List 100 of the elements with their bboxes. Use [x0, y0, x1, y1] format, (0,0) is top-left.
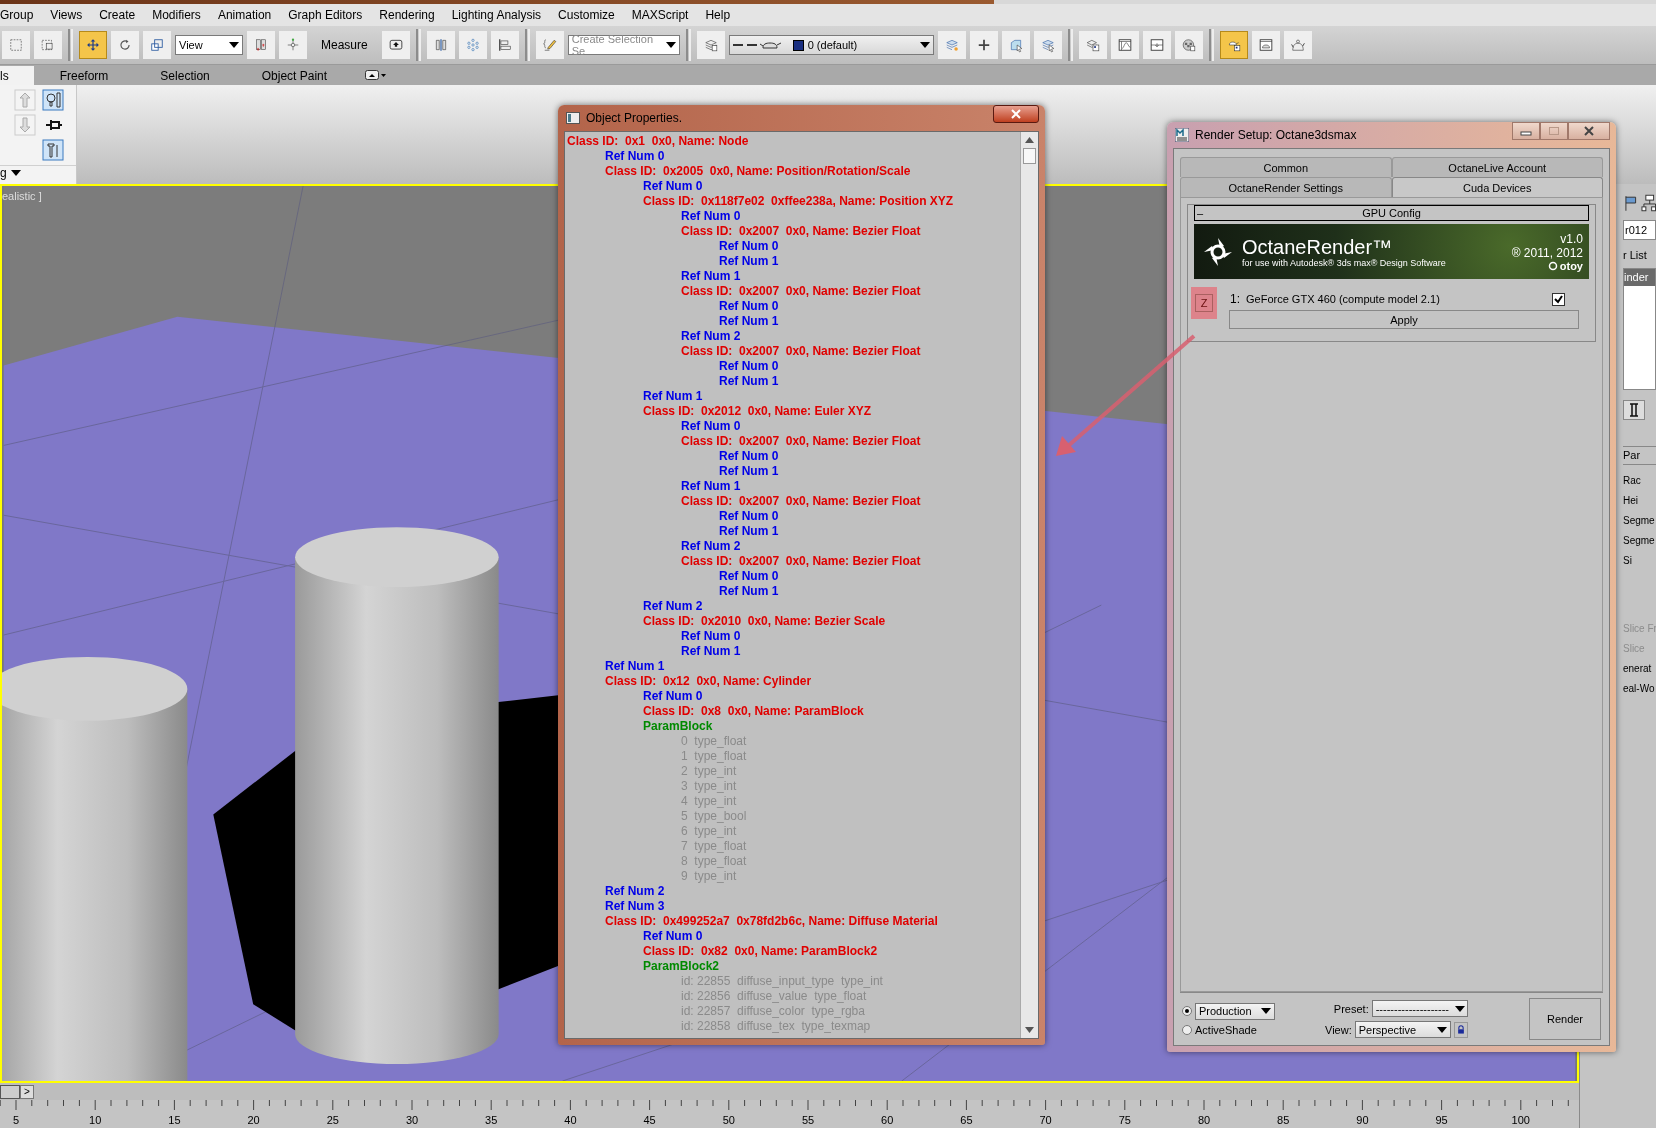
menu-item[interactable]: Create [91, 8, 145, 22]
ribbon-tab[interactable]: ls [0, 66, 34, 85]
ruler-label: 20 [247, 1114, 260, 1126]
toolbar-button[interactable] [696, 31, 725, 59]
toolbar-button[interactable] [1283, 31, 1312, 59]
ribbon-tab[interactable]: Freeform [33, 66, 135, 85]
hierarchy-icon[interactable] [1640, 194, 1656, 212]
toolbar-button[interactable] [381, 31, 410, 59]
collapse-toggle[interactable]: – [1195, 207, 1207, 219]
menu-item[interactable]: Group [0, 8, 43, 22]
toolbar-button[interactable] [79, 31, 107, 59]
rollout-header[interactable]: – GPU Config [1194, 205, 1589, 221]
toolbar-button[interactable] [426, 31, 455, 59]
toolbar-button[interactable] [143, 31, 171, 59]
close-button[interactable] [1568, 122, 1610, 140]
device-checkbox[interactable] [1552, 292, 1565, 306]
toolbar-button[interactable] [247, 31, 275, 59]
class-id-line: Class ID: 0x8 0x0, Name: ParamBlock [643, 704, 865, 719]
view-dropdown[interactable]: Perspective [1354, 1021, 1451, 1038]
ref-num-line: Ref Num 0 [605, 149, 666, 164]
ref-num-line: Ref Num 2 [681, 329, 742, 344]
modifier-stack-item[interactable]: inder [1624, 269, 1655, 286]
ruler-label: 30 [405, 1114, 419, 1126]
name-field[interactable]: r012 [1623, 220, 1656, 240]
view-dropdown[interactable]: View [175, 35, 243, 55]
selection-set-field[interactable]: Create Selection Se [567, 35, 680, 55]
ribbon-tab[interactable]: Object Paint [235, 66, 354, 85]
menu-item[interactable]: Modifiers [144, 8, 210, 22]
ribbon-tab[interactable]: Selection [134, 66, 236, 85]
caret-icon [1261, 1008, 1271, 1014]
layer-name: 0 (default) [807, 39, 858, 51]
panel-label[interactable]: g [0, 166, 7, 180]
scroll-down-icon[interactable] [1025, 1027, 1034, 1033]
radio-button[interactable] [1182, 1024, 1192, 1035]
annotation-label: Z [1195, 294, 1213, 312]
time-slider-thumb[interactable] [0, 1084, 20, 1099]
scroll-thumb[interactable] [1023, 148, 1036, 164]
toolbar-button[interactable] [490, 31, 519, 59]
ruler-label: 95 [1435, 1114, 1448, 1126]
move-up-icon[interactable] [14, 89, 36, 111]
ruler-label: 55 [801, 1114, 815, 1126]
ref-num-line: Ref Num 0 [719, 359, 780, 374]
tab[interactable]: OctaneLive Account [1391, 157, 1603, 177]
next-frame-button[interactable]: > [20, 1084, 34, 1099]
ref-num-line: Ref Num 1 [719, 524, 780, 539]
color-swatch [792, 39, 804, 51]
modifier-stack-list[interactable]: inder [1623, 268, 1656, 390]
pin-stack-icon[interactable] [1623, 400, 1645, 420]
menu-item[interactable]: Graph Editors [280, 8, 372, 22]
ruler-label: 60 [881, 1114, 894, 1126]
menu-item[interactable]: Views [42, 8, 92, 22]
toolbar-button[interactable] [969, 31, 998, 59]
ruler-label: 90 [1356, 1114, 1369, 1126]
tab[interactable]: Common [1180, 157, 1392, 177]
toolbar-button[interactable] [1110, 31, 1139, 59]
close-button[interactable] [993, 105, 1039, 123]
move-down-icon[interactable] [14, 114, 36, 136]
caret-icon [10, 170, 21, 176]
toolbar-button[interactable] [1142, 31, 1171, 59]
menu-item[interactable]: Animation [209, 8, 281, 22]
class-id-line: Class ID: 0x2012 0x0, Name: Euler XYZ [643, 404, 873, 419]
toolbar-button[interactable] [34, 31, 62, 59]
app-logo-icon [1175, 128, 1189, 142]
radio-button[interactable] [1182, 1006, 1192, 1016]
parameter-label: Rac [1623, 474, 1642, 488]
toolbar-button[interactable] [111, 31, 139, 59]
rollout-header[interactable]: Par [1623, 446, 1656, 465]
mode-dropdown[interactable]: Production [1195, 1002, 1275, 1020]
render-button[interactable]: Render [1529, 998, 1601, 1040]
menu-item[interactable]: Help [697, 8, 740, 22]
layer-dropdown[interactable]: 0 (default) [728, 35, 934, 55]
parameter-label: enerat [1623, 662, 1653, 676]
company-name: otoy [1559, 259, 1583, 272]
class-id-line: Class ID: 0x2005 0x0, Name: Position/Rotation/Scale [605, 164, 912, 179]
tab[interactable]: OctaneRender Settings [1180, 177, 1392, 197]
measure-label[interactable]: Measure [311, 38, 378, 52]
toolbar-button[interactable] [1078, 31, 1107, 59]
minimize-button[interactable] [1512, 122, 1540, 140]
panel-toggle-icon[interactable] [365, 69, 388, 81]
maximize-button[interactable] [1540, 122, 1568, 140]
toolbar-button[interactable] [1174, 31, 1203, 59]
menu-item[interactable]: Lighting Analysis [443, 8, 551, 22]
ref-num-line: Ref Num 0 [681, 629, 742, 644]
modifier-list-label[interactable]: r List [1623, 246, 1656, 264]
flag-icon[interactable] [1623, 194, 1639, 212]
menu-item[interactable]: Customize [550, 8, 624, 22]
menu-item[interactable]: MAXScript [623, 8, 698, 22]
preset-dropdown[interactable]: -------------------- [1371, 1000, 1468, 1017]
tab[interactable]: Cuda Devices [1391, 177, 1603, 197]
lightbulb-icon[interactable] [42, 89, 64, 111]
scroll-up-icon[interactable] [1025, 137, 1034, 143]
apply-button[interactable]: Apply [1229, 310, 1579, 329]
radio-label[interactable]: ActiveShade [1195, 1023, 1257, 1036]
class-id-line: Class ID: 0x2007 0x0, Name: Bezier Float [681, 494, 922, 509]
ruler-label: 40 [564, 1114, 577, 1126]
scrollbar[interactable] [1020, 132, 1038, 1038]
lock-icon[interactable] [1453, 1021, 1468, 1038]
menu-item[interactable]: Rendering [371, 8, 444, 22]
class-id-line: Class ID: 0x12 0x0, Name: Cylinder [605, 674, 813, 689]
toolbar-button[interactable] [1251, 31, 1280, 59]
